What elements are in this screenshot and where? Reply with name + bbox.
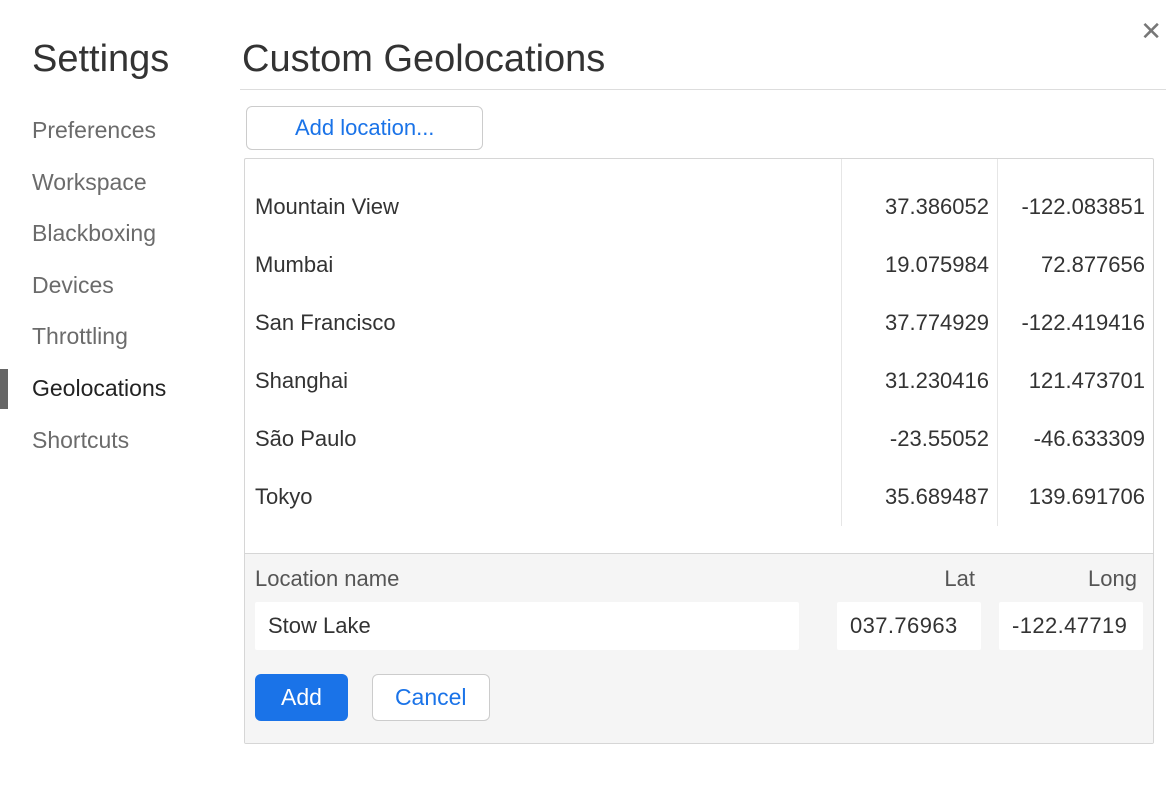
sidebar-item-workspace[interactable]: Workspace (28, 157, 240, 209)
lat-cell: 37.386052 (841, 178, 997, 236)
location-name-cell: Tokyo (245, 484, 841, 510)
location-name-cell: São Paulo (245, 426, 841, 452)
location-name-cell: San Francisco (245, 310, 841, 336)
long-input[interactable] (999, 602, 1143, 650)
long-cell: 72.877656 (997, 236, 1153, 294)
lat-cell: 37.774929 (841, 294, 997, 352)
long-cell: 121.473701 (997, 352, 1153, 410)
add-location-button[interactable]: Add location... (246, 106, 483, 150)
table-row[interactable]: São Paulo-23.55052-46.633309 (245, 410, 1153, 468)
locations-table: Moscow55.75582637.6173Mountain View37.38… (244, 158, 1154, 744)
page-title: Custom Geolocations (242, 38, 1166, 81)
lat-input[interactable] (837, 602, 981, 650)
form-labels: Location name Lat Long (255, 562, 1143, 602)
sidebar-item-throttling[interactable]: Throttling (28, 311, 240, 363)
new-location-form: Location name Lat Long Add Cancel (245, 553, 1153, 743)
table-row[interactable]: Mountain View37.386052-122.083851 (245, 178, 1153, 236)
add-button[interactable]: Add (255, 674, 348, 721)
divider (240, 89, 1166, 90)
table-row[interactable]: Tokyo35.689487139.691706 (245, 468, 1153, 526)
location-name-cell: Mountain View (245, 194, 841, 220)
sidebar-item-devices[interactable]: Devices (28, 260, 240, 312)
table-row[interactable]: Moscow55.75582637.6173 (245, 159, 1153, 178)
table-row[interactable]: San Francisco37.774929-122.419416 (245, 294, 1153, 352)
location-name-cell: Mumbai (245, 252, 841, 278)
sidebar-item-preferences[interactable]: Preferences (28, 105, 240, 157)
lat-cell: 35.689487 (841, 468, 997, 526)
lat-cell: 55.755826 (841, 159, 997, 178)
sidebar-title: Settings (32, 38, 240, 81)
long-cell: 37.6173 (997, 159, 1153, 178)
lat-cell: 31.230416 (841, 352, 997, 410)
locations-rows: Moscow55.75582637.6173Mountain View37.38… (245, 159, 1153, 553)
lat-cell: 19.075984 (841, 236, 997, 294)
label-lat: Lat (825, 566, 993, 592)
sidebar-item-shortcuts[interactable]: Shortcuts (28, 415, 240, 467)
long-cell: -122.083851 (997, 178, 1153, 236)
lat-cell: -23.55052 (841, 410, 997, 468)
sidebar-item-blackboxing[interactable]: Blackboxing (28, 208, 240, 260)
table-row[interactable]: Shanghai31.230416121.473701 (245, 352, 1153, 410)
settings-sidebar: Settings PreferencesWorkspaceBlackboxing… (0, 20, 240, 466)
table-row[interactable]: Mumbai19.07598472.877656 (245, 236, 1153, 294)
close-icon[interactable]: ✕ (1140, 16, 1162, 47)
long-cell: -122.419416 (997, 294, 1153, 352)
main-panel: ✕ Custom Geolocations Add location... Mo… (240, 20, 1176, 744)
location-name-cell: Shanghai (245, 368, 841, 394)
long-cell: 139.691706 (997, 468, 1153, 526)
long-cell: -46.633309 (997, 410, 1153, 468)
location-name-input[interactable] (255, 602, 799, 650)
location-name-cell: Moscow (245, 159, 841, 162)
sidebar-item-geolocations[interactable]: Geolocations (28, 363, 240, 415)
label-location-name: Location name (255, 566, 825, 592)
label-long: Long (993, 566, 1143, 592)
cancel-button[interactable]: Cancel (372, 674, 490, 721)
